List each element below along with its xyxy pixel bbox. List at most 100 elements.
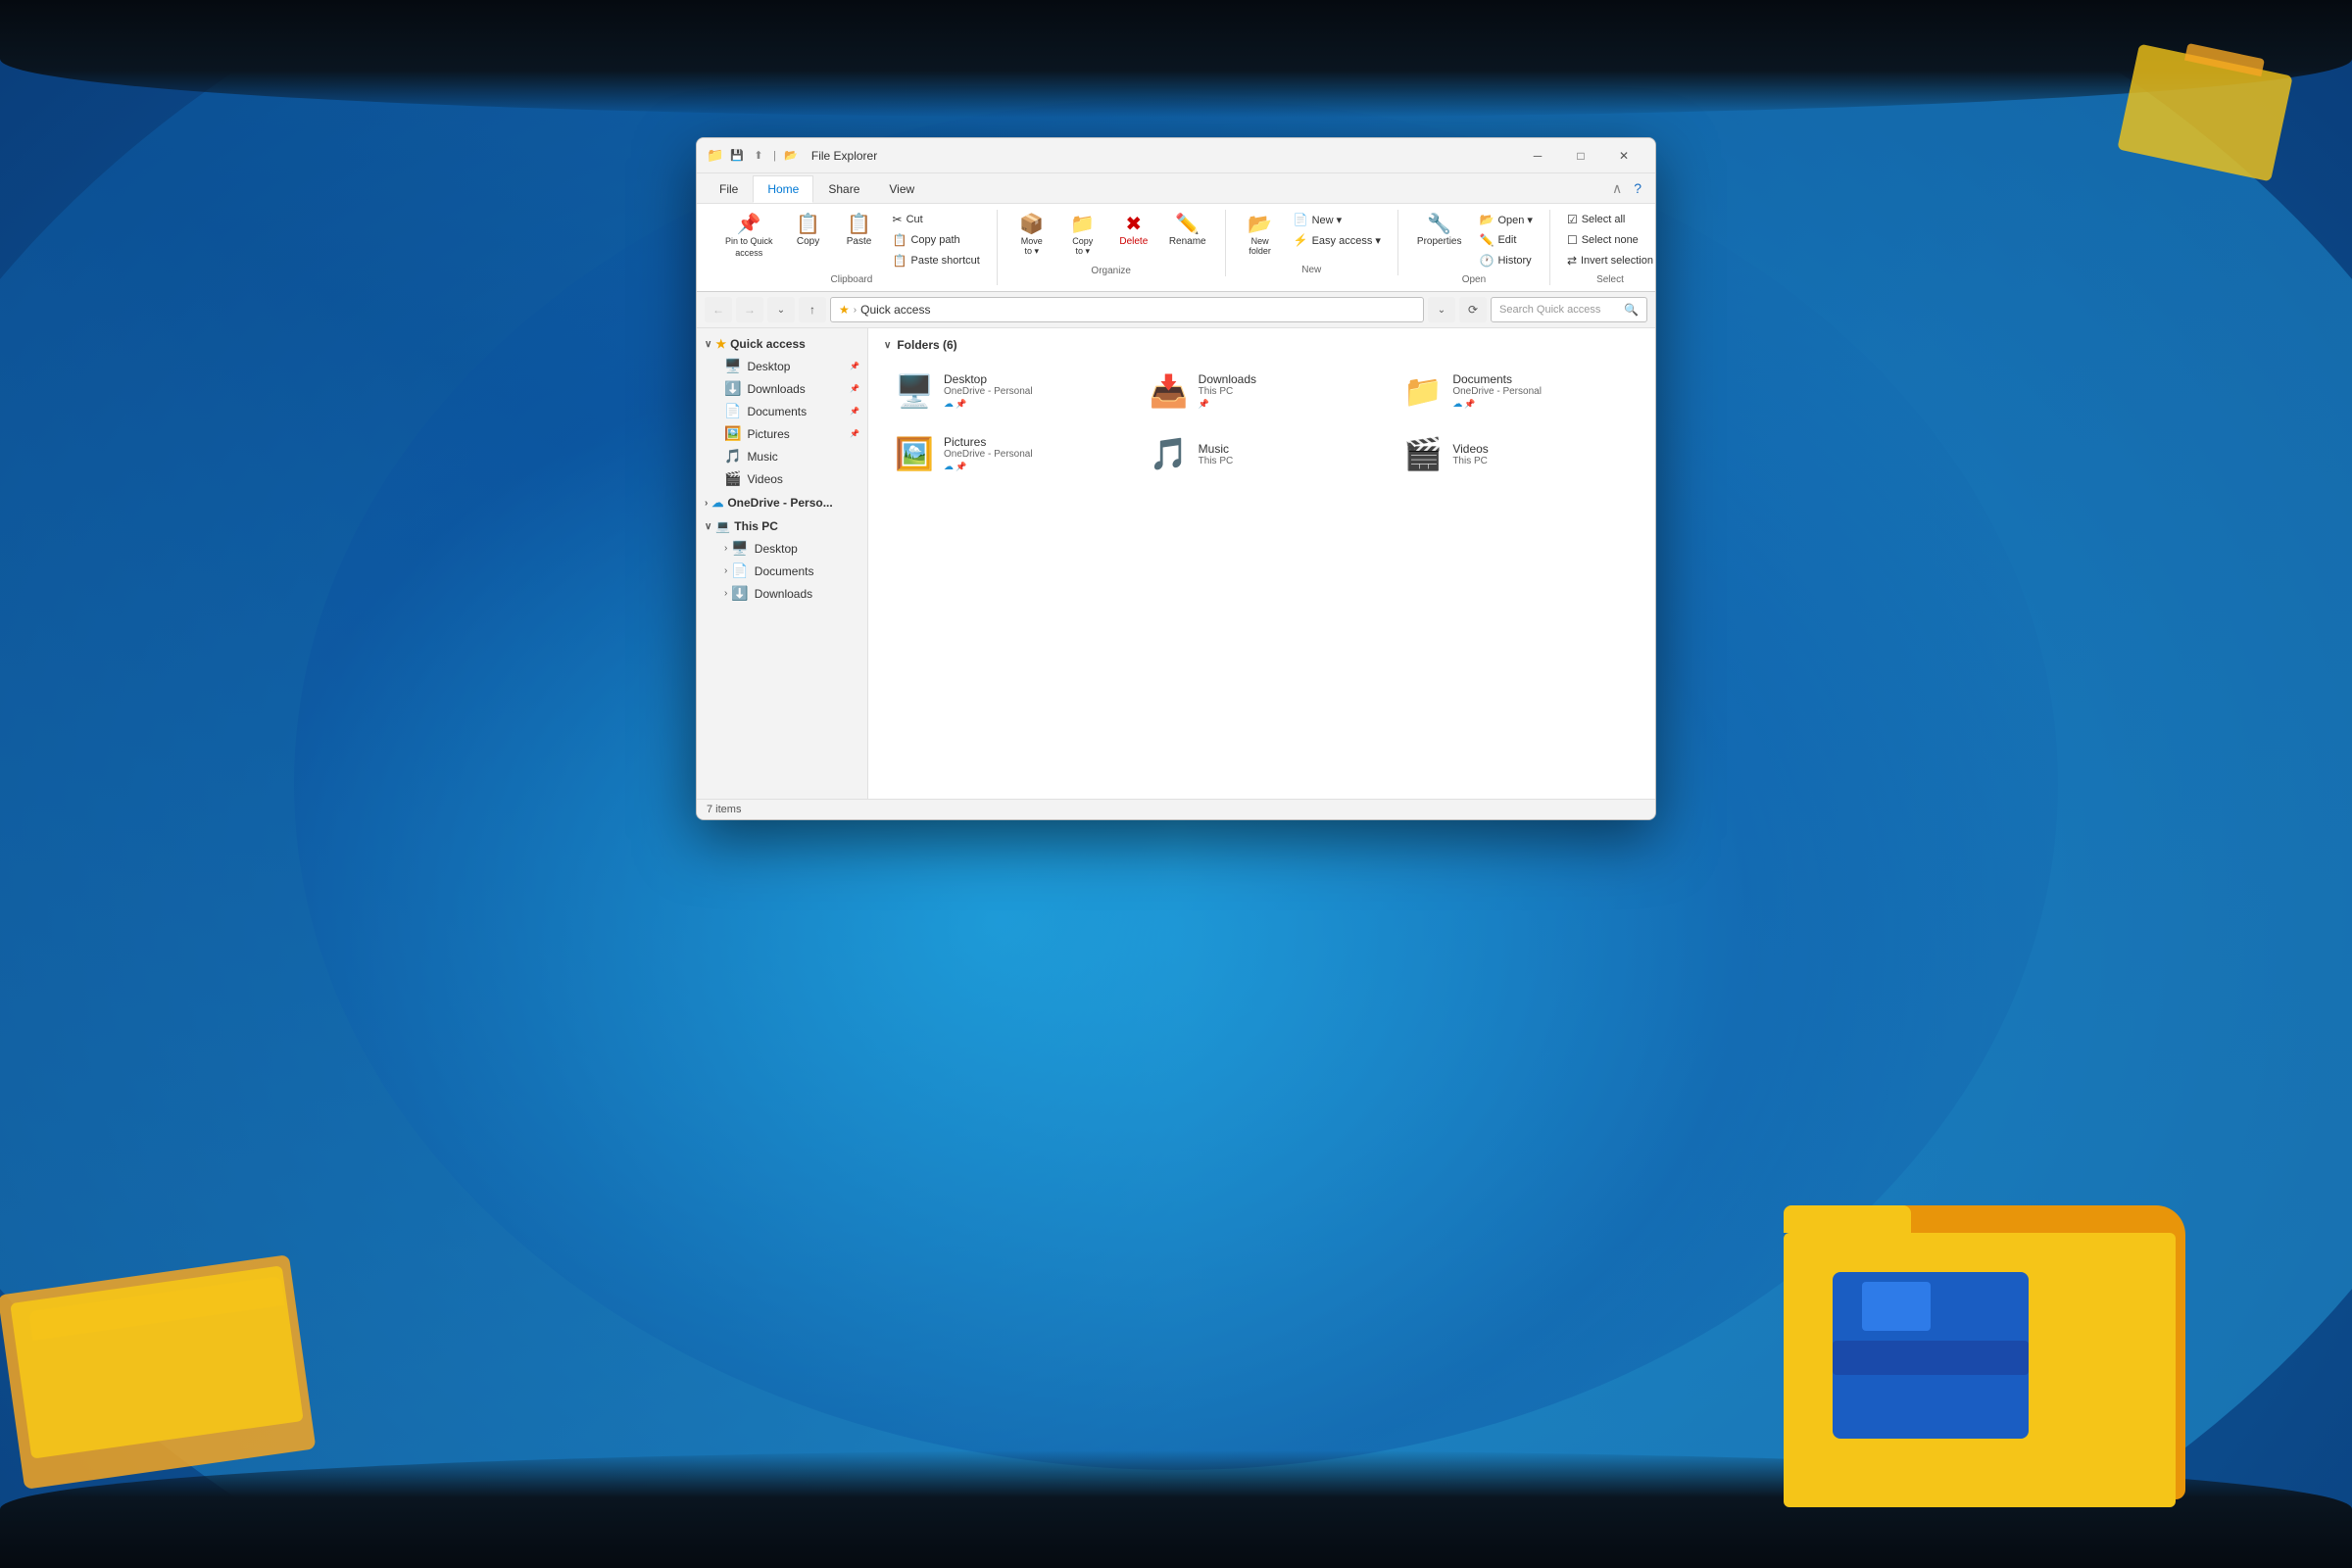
tab-share[interactable]: Share [813, 175, 874, 203]
onedrive-header[interactable]: › ☁ OneDrive - Perso... [697, 492, 867, 514]
new-item-icon: 📄 [1294, 213, 1308, 226]
refresh-button[interactable]: ⟳ [1459, 297, 1487, 322]
copy-button[interactable]: 📋 Copy [784, 210, 833, 252]
folder-item-pictures[interactable]: 🖼️ Pictures OneDrive - Personal ☁ 📌 [884, 426, 1131, 481]
address-dropdown-button[interactable]: ⌄ [1428, 297, 1455, 322]
videos-folder-name: Videos [1452, 442, 1629, 456]
pictures-pin-icon: 📌 [850, 429, 859, 438]
sidebar-item-documents[interactable]: 📄 Documents 📌 [697, 400, 867, 422]
paste-button[interactable]: 📋 Paste [835, 210, 884, 252]
invert-selection-button[interactable]: ⇄ Invert selection [1560, 251, 1656, 270]
this-pc-header[interactable]: ∨ 💻 This PC [697, 515, 867, 537]
music-icon: 🎵 [724, 448, 741, 465]
onedrive-section: › ☁ OneDrive - Perso... [697, 492, 867, 514]
documents-folder-icon-wrap: 📁 [1403, 373, 1443, 409]
sidebar-item-videos[interactable]: 🎬 Videos [697, 467, 867, 490]
clipboard-buttons: 📌 Pin to Quickaccess 📋 Copy 📋 Paste ✂ Cu… [716, 210, 987, 270]
documents-label: Documents [747, 405, 807, 418]
paste-shortcut-button[interactable]: 📋 Paste shortcut [886, 251, 987, 270]
address-path: Quick access [860, 303, 930, 317]
big-folder [1784, 1205, 2195, 1539]
search-box[interactable]: Search Quick access 🔍 [1491, 297, 1647, 322]
ribbon-collapse-btn[interactable]: ∧ [1606, 173, 1628, 203]
new-item-button[interactable]: 📄 New ▾ [1287, 210, 1388, 229]
this-pc-documents-label: Documents [755, 564, 814, 578]
sidebar-item-downloads[interactable]: ⬇️ Downloads 📌 [697, 377, 867, 400]
tab-view[interactable]: View [874, 175, 929, 203]
pictures-icon: 🖼️ [724, 425, 741, 442]
up-button[interactable]: ↑ [799, 297, 826, 322]
folder-item-videos[interactable]: 🎬 Videos This PC [1393, 426, 1640, 481]
move-to-button[interactable]: 📦 Moveto ▾ [1007, 210, 1056, 262]
new-folder-button[interactable]: 📂 Newfolder [1236, 210, 1285, 261]
this-pc-label: This PC [734, 519, 778, 533]
organize-label: Organize [1091, 266, 1131, 276]
sidebar-item-this-pc-downloads[interactable]: › ⬇️ Downloads [697, 582, 867, 605]
this-pc-downloads-label: Downloads [755, 587, 812, 601]
pin-to-quick-access-button[interactable]: 📌 Pin to Quickaccess [716, 210, 782, 264]
history-button[interactable]: 🕐 History [1472, 251, 1539, 270]
maximize-button[interactable]: □ [1559, 142, 1602, 170]
history-icon: 🕐 [1479, 254, 1494, 268]
window-title: File Explorer [811, 149, 1516, 163]
select-none-button[interactable]: ☐ Select none [1560, 230, 1656, 250]
this-pc-downloads-chevron: › [724, 588, 727, 599]
music-folder-name: Music [1199, 442, 1375, 456]
folder-item-documents[interactable]: 📁 Documents OneDrive - Personal ☁ 📌 [1393, 364, 1640, 418]
address-bar[interactable]: ★ › Quick access [830, 297, 1424, 322]
videos-folder-info: Videos This PC [1452, 442, 1629, 466]
rename-button[interactable]: ✏️ Rename [1160, 210, 1215, 252]
copy-to-button[interactable]: 📁 Copyto ▾ [1058, 210, 1107, 262]
back-button[interactable]: ← [705, 297, 732, 322]
help-button[interactable]: ? [1628, 173, 1647, 203]
navigation-bar: ← → ⌄ ↑ ★ › Quick access ⌄ ⟳ Search Quic… [697, 292, 1655, 328]
ribbon-tab-bar: File Home Share View ∧ ? [697, 173, 1655, 204]
new-small-buttons: 📄 New ▾ ⚡ Easy access ▾ [1287, 210, 1388, 250]
forward-button[interactable]: → [736, 297, 763, 322]
tab-home[interactable]: Home [753, 175, 813, 203]
desktop-label: Desktop [747, 360, 790, 373]
folder-item-desktop[interactable]: 🖥️ Desktop OneDrive - Personal ☁ 📌 [884, 364, 1131, 418]
desktop-folder-icon-wrap: 🖥️ [895, 373, 934, 409]
open-button[interactable]: 📂 Open ▾ [1472, 210, 1539, 229]
status-bar: 7 items [697, 799, 1655, 819]
pictures-folder-name: Pictures [944, 435, 1120, 449]
sidebar-item-pictures[interactable]: 🖼️ Pictures 📌 [697, 422, 867, 445]
folders-chevron-icon: ∨ [884, 340, 891, 351]
edit-button[interactable]: ✏️ Edit [1472, 230, 1539, 250]
ribbon-content: 📌 Pin to Quickaccess 📋 Copy 📋 Paste ✂ Cu… [697, 204, 1655, 292]
sidebar-item-this-pc-documents[interactable]: › 📄 Documents [697, 560, 867, 582]
minimize-button[interactable]: ─ [1516, 142, 1559, 170]
title-bar-icons: 📁 💾 ⬆ | 📂 [707, 147, 800, 165]
quick-access-header[interactable]: ∨ ★ Quick access [697, 333, 867, 355]
select-none-icon: ☐ [1567, 233, 1578, 247]
select-all-icon: ☑ [1567, 213, 1578, 226]
title-folder-icon: 📁 [707, 147, 724, 165]
properties-button[interactable]: 🔧 Properties [1408, 210, 1471, 252]
delete-icon: ✖ [1125, 215, 1142, 234]
pictures-badge-pin-icon: 📌 [956, 462, 966, 472]
ribbon-group-organize: 📦 Moveto ▾ 📁 Copyto ▾ ✖ Delete ✏️ Rename… [998, 210, 1226, 276]
pictures-folder-icon: 🖼️ [895, 435, 934, 472]
copy-path-button[interactable]: 📋 Copy path [886, 230, 987, 250]
new-folder-icon: 📂 [1248, 215, 1272, 234]
recent-locations-button[interactable]: ⌄ [767, 297, 795, 322]
onedrive-chevron: › [705, 498, 708, 509]
this-pc-desktop-chevron: › [724, 543, 727, 554]
select-all-button[interactable]: ☑ Select all [1560, 210, 1656, 229]
pictures-folder-info: Pictures OneDrive - Personal ☁ 📌 [944, 435, 1120, 472]
sidebar-item-music[interactable]: 🎵 Music [697, 445, 867, 467]
sidebar-item-desktop[interactable]: 🖥️ Desktop 📌 [697, 355, 867, 377]
folder-item-downloads[interactable]: 📥 Downloads This PC 📌 [1139, 364, 1386, 418]
sidebar-item-this-pc-desktop[interactable]: › 🖥️ Desktop [697, 537, 867, 560]
folder-item-music[interactable]: 🎵 Music This PC [1139, 426, 1386, 481]
cut-button[interactable]: ✂ Cut [886, 210, 987, 229]
delete-button[interactable]: ✖ Delete [1109, 210, 1158, 252]
documents-folder-name: Documents [1452, 372, 1629, 386]
easy-access-button[interactable]: ⚡ Easy access ▾ [1287, 230, 1388, 250]
documents-folder-icon: 📁 [1403, 372, 1443, 410]
tab-file[interactable]: File [705, 175, 753, 203]
close-button[interactable]: ✕ [1602, 142, 1645, 170]
dark-top-bar [0, 0, 2352, 118]
music-label: Music [747, 450, 777, 464]
